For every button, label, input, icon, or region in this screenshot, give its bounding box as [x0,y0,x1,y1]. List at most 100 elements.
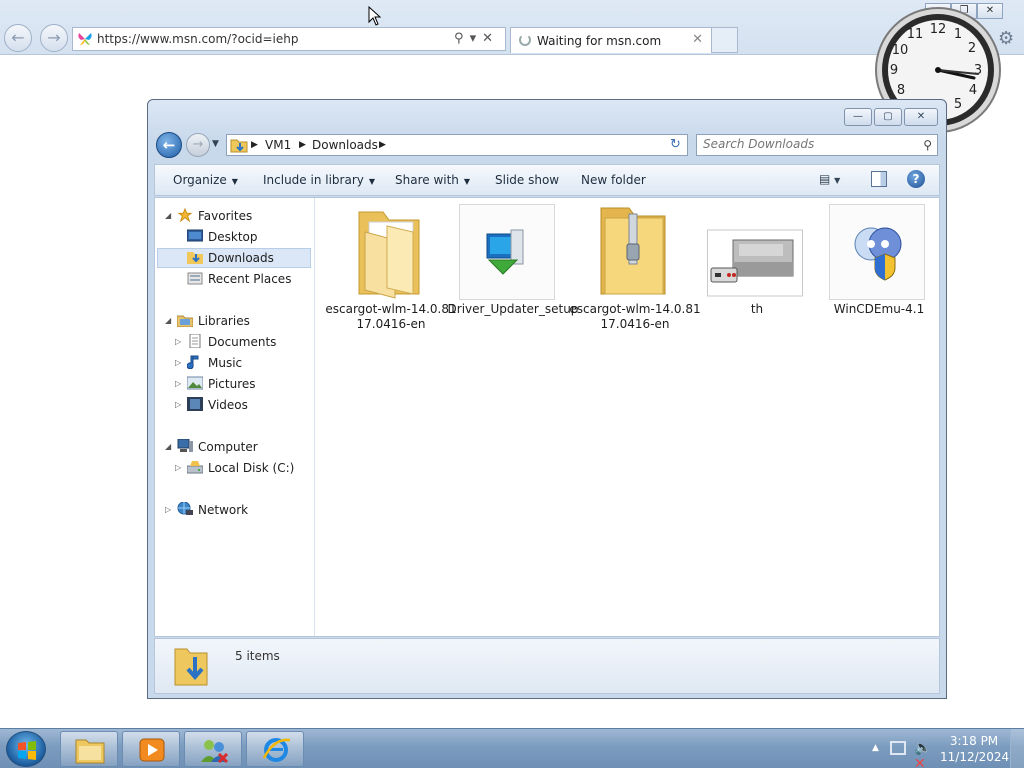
recent-pages-dropdown[interactable]: ▼ [212,139,219,149]
show-hidden-icons-icon[interactable]: ▲ [872,743,879,753]
nav-computer[interactable]: ◢ Computer [165,437,258,457]
clock-time[interactable]: 3:18 PM [946,734,1002,748]
nav-libraries[interactable]: ◢ Libraries [165,311,250,331]
nav-network[interactable]: ▷ Network [165,500,248,520]
nav-recent-places[interactable]: Recent Places [187,269,291,289]
start-button[interactable] [6,731,46,767]
expand-arrow-icon[interactable]: ▷ [175,395,181,415]
browser-tab[interactable]: Waiting for msn.com ✕ [510,27,712,53]
show-desktop-button[interactable] [1010,729,1024,768]
browser-back-button[interactable]: ← [4,24,32,52]
minimize-button[interactable]: — [844,108,872,126]
browser-url: https://www.msn.com/?ocid=iehp [97,32,299,46]
file-item[interactable]: escargot-wlm-14.0.8117.0416-en [323,204,457,334]
disc-installer-icon [829,204,925,300]
taskbar-explorer[interactable] [60,731,118,767]
expand-arrow-icon[interactable]: ▷ [165,500,171,520]
search-box[interactable]: ⚲ [696,134,938,156]
preview-pane-button[interactable] [871,171,887,187]
nav-videos[interactable]: ▷ Videos [175,395,248,415]
nav-documents[interactable]: ▷ Documents [175,332,276,352]
maximize-button[interactable]: ▢ [874,108,902,126]
browser-toolbar: ← → https://www.msn.com/?ocid=iehp ⚲▾✕ W… [0,0,1024,55]
chevron-down-icon: ▼ [463,177,471,186]
slide-show-button[interactable]: Slide show [495,173,559,187]
expand-arrow-icon[interactable]: ◢ [165,437,171,457]
downloads-folder-icon [230,139,248,153]
command-bar: Organize ▼ Include in library ▼ Share with… [154,164,940,196]
nav-downloads[interactable]: Downloads [187,248,274,268]
help-icon[interactable]: ? [907,170,925,188]
svg-text:2: 2 [968,41,976,56]
item-count: 5 items [235,649,280,663]
nav-music[interactable]: ▷ Music [175,353,242,373]
expand-arrow-icon[interactable]: ◢ [165,206,171,226]
network-status-icon[interactable] [890,741,906,755]
address-bar[interactable]: ▶ VM1 ▶ Downloads ▶ ▼ [226,134,686,156]
breadcrumb-separator-icon[interactable]: ▶ [379,140,386,150]
new-tab-button[interactable] [712,27,738,53]
new-folder-button[interactable]: New folder [581,173,646,187]
expand-arrow-icon[interactable]: ◢ [165,311,171,331]
chevron-down-icon: ▼ [231,177,238,186]
svg-text:9: 9 [890,63,898,78]
browser-address-bar[interactable]: https://www.msn.com/?ocid=iehp ⚲▾✕ [72,27,506,51]
browser-forward-button[interactable]: → [40,24,68,52]
nav-desktop[interactable]: Desktop [187,227,258,247]
search-input[interactable] [703,137,913,151]
svg-text:10: 10 [892,43,909,58]
forward-button[interactable]: → [186,133,210,157]
expand-arrow-icon[interactable]: ▷ [175,458,181,478]
music-icon [187,355,199,369]
expand-arrow-icon[interactable]: ▷ [175,353,181,373]
volume-muted-icon[interactable]: 🔈✕ [914,740,931,768]
file-item[interactable]: WinCDEmu-4.1 [811,204,929,334]
svg-text:3: 3 [974,63,982,78]
breadcrumb-separator-icon[interactable]: ▶ [299,140,306,150]
change-view-button[interactable]: ▤ ▼ [819,172,840,186]
file-item[interactable]: escargot-wlm-14.0.8117.0416-en [567,204,701,334]
expand-arrow-icon[interactable]: ▷ [175,332,181,352]
include-in-library-button[interactable]: Include in library ▼ [263,173,375,187]
breadcrumb-downloads[interactable]: Downloads [312,138,378,152]
users-icon [201,740,229,764]
window-controls: — ▢ ✕ [842,108,938,126]
nav-local-disk-label: Local Disk (C:) [208,461,295,475]
file-name: WinCDEmu-4.1 [833,302,925,316]
local-disk-icon [187,461,203,474]
nav-favorites-label: Favorites [198,209,253,223]
videos-icon [187,397,203,411]
refresh-button[interactable]: ↻ [664,134,688,156]
documents-icon [189,334,201,348]
tab-close-icon[interactable]: ✕ [692,32,703,47]
taskbar-media-player[interactable] [122,731,180,767]
explorer-window: —▢✕ ← → ▼ ▶ VM1 ▶ Downloads ▶ ▼ ↻ ⚲ Orga… [147,99,947,699]
zip-folder-icon [600,207,666,295]
nav-videos-label: Videos [208,398,248,412]
close-button[interactable]: ✕ [904,108,938,126]
search-icon[interactable]: ⚲ [923,138,932,152]
taskbar-user-app[interactable] [184,731,242,767]
installer-icon [459,204,555,300]
breadcrumb-separator-icon[interactable]: ▶ [251,140,258,150]
file-name: th [750,302,764,316]
star-icon [177,208,193,222]
file-item[interactable]: th [689,204,807,334]
svg-text:5: 5 [954,97,962,112]
address-bar-tools[interactable]: ⚲▾✕ [454,31,499,46]
nav-favorites[interactable]: ◢ Favorites [165,206,253,226]
file-item[interactable]: Driver_Updater_setup [445,204,578,334]
expand-arrow-icon[interactable]: ▷ [175,374,181,394]
breadcrumb-vm1[interactable]: VM1 [265,138,291,152]
downloads-folder-large-icon [174,648,208,686]
windows-logo-icon [18,741,36,760]
taskbar-internet-explorer[interactable] [246,731,304,767]
back-button[interactable]: ← [156,132,182,158]
nav-pictures[interactable]: ▷ Pictures [175,374,256,394]
clock-date[interactable]: 11/12/2024 [940,750,1009,764]
share-with-button[interactable]: Share with ▼ [395,173,470,187]
chevron-down-icon: ▼ [834,176,841,185]
nav-local-disk[interactable]: ▷ Local Disk (C:) [175,458,295,478]
media-player-icon [139,738,165,762]
organize-button[interactable]: Organize ▼ [173,173,238,187]
